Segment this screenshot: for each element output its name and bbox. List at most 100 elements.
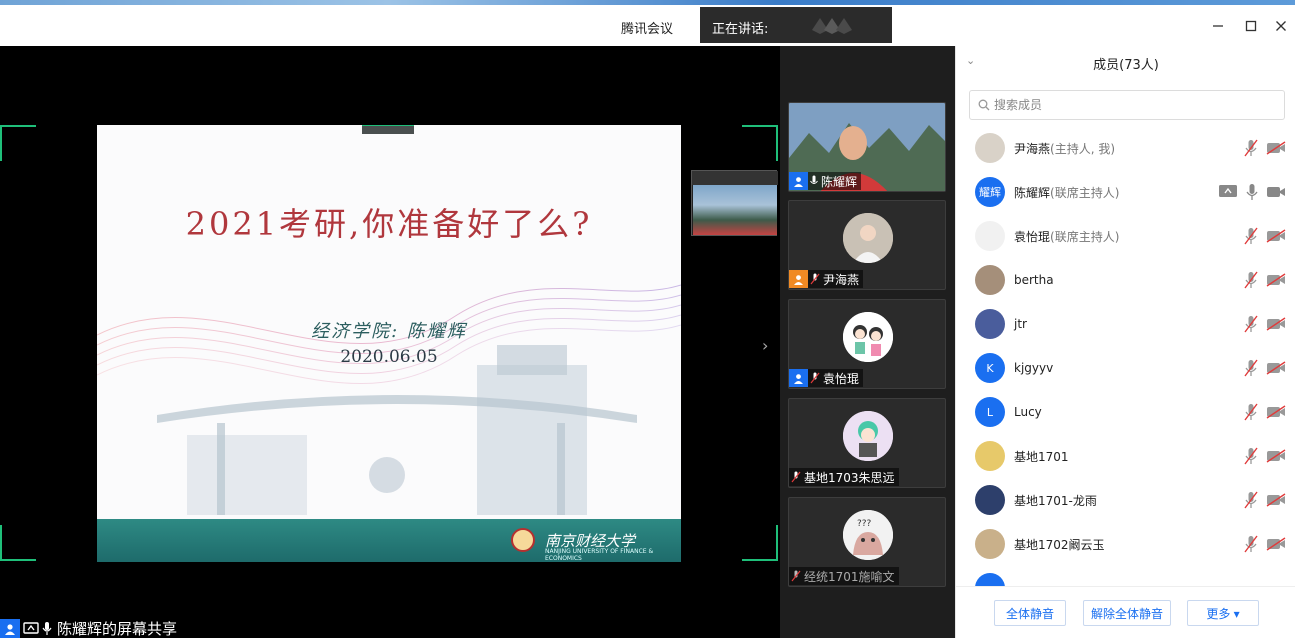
member-row[interactable]: L Lucy (956, 390, 1295, 434)
person-icon (789, 172, 808, 190)
minimize-button[interactable] (1208, 16, 1228, 36)
mic-muted-icon (1244, 447, 1258, 465)
camera-off-icon (1266, 141, 1286, 155)
search-icon (978, 99, 990, 111)
member-controls[interactable] (1218, 183, 1286, 201)
member-controls[interactable] (1244, 491, 1286, 509)
person-icon (789, 369, 808, 387)
member-row[interactable]: jtr (956, 302, 1295, 346)
member-name-wrap: 基地1701 (1014, 448, 1069, 465)
member-row[interactable]: 基地1701-龙雨 (956, 478, 1295, 522)
shared-slide: 2021考研,你准备好了么? 经济学院: 陈耀辉 2020.06.05 南京财经… (97, 125, 681, 562)
video-tile-0[interactable]: 陈耀辉 (788, 102, 946, 192)
video-gallery: 陈耀辉 尹海燕 袁怡琨 基地1703朱思远 ??? 经统1701施喻文 (780, 46, 955, 638)
member-name: 基地1701-龙雨 (1014, 493, 1097, 508)
speaking-indicator: 正在讲话: (700, 7, 892, 43)
member-row[interactable]: 基地1701 (956, 434, 1295, 478)
meeting-window: 腾讯会议 正在讲话: 2021考研,你准备好了么? 经济学院: 陈耀辉 2020… (0, 0, 1295, 638)
camera-off-icon (1266, 405, 1286, 419)
focus-corner (742, 525, 778, 561)
search-input[interactable] (994, 98, 1274, 112)
member-name: 基地1702阚云玉 (1014, 537, 1105, 552)
camera-off-icon (1266, 317, 1286, 331)
member-row[interactable] (956, 566, 1295, 586)
close-button[interactable] (1271, 16, 1291, 36)
close-icon (1276, 21, 1286, 31)
tile-name-bar: 袁怡琨 (789, 369, 864, 387)
mute-all-button[interactable]: 全体静音 (994, 600, 1066, 626)
focus-corner (742, 125, 778, 161)
member-controls[interactable] (1244, 271, 1286, 289)
tile-label: 基地1703朱思远 (789, 468, 899, 486)
speaker-logo-icon (812, 18, 852, 34)
tile-name: 袁怡琨 (823, 371, 860, 386)
member-name-wrap: 基地1702阚云玉 (1014, 536, 1105, 553)
camera-icon (1267, 187, 1285, 197)
members-panel: ⌄ 成员(73人) 尹海燕(主持人, 我)耀辉陈耀辉(联席主持人)袁怡琨(联席主… (955, 46, 1295, 638)
member-name: kjgyyv (1014, 361, 1054, 375)
member-controls[interactable] (1244, 315, 1286, 333)
focus-corner (0, 125, 36, 161)
camera-off-icon (1266, 361, 1286, 375)
member-name-wrap: 袁怡琨(联席主持人) (1014, 228, 1119, 245)
speaker-mini-video (693, 185, 777, 235)
tile-label: 陈耀辉 (808, 172, 862, 190)
member-name: 袁怡琨 (1014, 229, 1051, 244)
speaker-mini-window[interactable] (691, 170, 778, 236)
more-button[interactable]: 更多 ▾ (1187, 600, 1259, 626)
mic-muted-icon (810, 372, 820, 384)
video-tile-2[interactable]: 袁怡琨 (788, 299, 946, 389)
tile-label: 尹海燕 (808, 270, 864, 288)
member-controls[interactable] (1244, 139, 1286, 157)
avatar (975, 573, 1005, 586)
avatar (975, 265, 1005, 295)
person-icon (0, 619, 20, 638)
mic-muted-icon (1244, 315, 1258, 333)
tile-name: 陈耀辉 (821, 174, 858, 189)
member-row[interactable]: 袁怡琨(联席主持人) (956, 214, 1295, 258)
member-name: Lucy (1014, 405, 1042, 419)
tile-name-bar: 陈耀辉 (789, 172, 862, 190)
member-row[interactable]: 基地1702阚云玉 (956, 522, 1295, 566)
member-row[interactable]: 耀辉 陈耀辉(联席主持人) (956, 170, 1295, 214)
chevron-right-icon[interactable]: › (762, 336, 768, 355)
university-seal-icon (511, 528, 535, 552)
camera-off-icon (1266, 537, 1286, 551)
member-name-wrap: jtr (1014, 317, 1027, 331)
member-row[interactable]: 尹海燕(主持人, 我) (956, 126, 1295, 170)
member-name: 陈耀辉 (1014, 185, 1051, 200)
member-controls[interactable] (1244, 447, 1286, 465)
mic-muted-icon (791, 570, 801, 582)
mic-muted-icon (1244, 491, 1258, 509)
member-controls[interactable] (1244, 403, 1286, 421)
avatar: ??? (843, 510, 893, 560)
mic-muted-icon (1244, 359, 1258, 377)
member-search[interactable] (969, 90, 1285, 120)
avatar (843, 411, 893, 461)
member-name-wrap: Lucy (1014, 405, 1042, 419)
tile-name: 基地1703朱思远 (804, 470, 895, 485)
maximize-button[interactable] (1241, 16, 1261, 36)
member-controls[interactable] (1244, 359, 1286, 377)
tile-label: 经统1701施喻文 (789, 567, 899, 585)
member-row[interactable]: bertha (956, 258, 1295, 302)
tile-name-bar: 尹海燕 (789, 270, 864, 288)
avatar: K (975, 353, 1005, 383)
slide-date: 2020.06.05 (340, 347, 438, 367)
screen-share-status: 陈耀辉的屏幕共享 (0, 619, 177, 638)
member-name: 尹海燕 (1014, 141, 1051, 156)
member-controls[interactable] (1244, 227, 1286, 245)
camera-off-icon (1266, 229, 1286, 243)
member-name-wrap: 陈耀辉(联席主持人) (1014, 184, 1119, 201)
member-row[interactable]: Kkjgyyv (956, 346, 1295, 390)
video-tile-4[interactable]: ??? 经统1701施喻文 (788, 497, 946, 587)
slide-university-en: NANJING UNIVERSITY OF FINANCE & ECONOMIC… (545, 548, 654, 562)
screen-share-stage: 2021考研,你准备好了么? 经济学院: 陈耀辉 2020.06.05 南京财经… (0, 46, 780, 638)
member-controls[interactable] (1244, 535, 1286, 553)
video-tile-3[interactable]: 基地1703朱思远 (788, 398, 946, 488)
mic-muted-icon (1244, 403, 1258, 421)
unmute-all-button[interactable]: 解除全体静音 (1083, 600, 1171, 626)
screen-share-icon (23, 621, 39, 634)
video-tile-1[interactable]: 尹海燕 (788, 200, 946, 290)
mic-muted-icon (791, 471, 801, 483)
